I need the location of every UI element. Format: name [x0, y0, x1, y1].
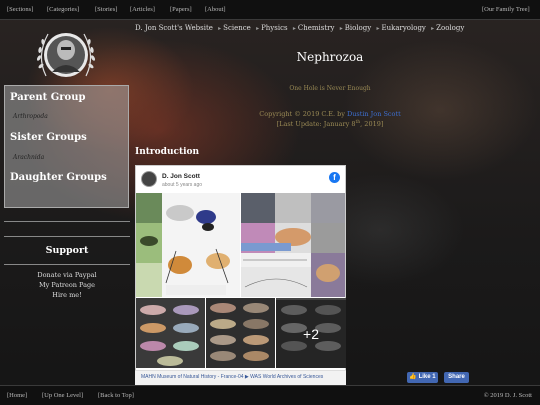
like-label: Like 1 [418, 374, 436, 380]
last-update-suffix: , 2019] [360, 120, 384, 129]
more-photos-overlay[interactable]: +2 [276, 300, 346, 368]
insect-specimen-plate-image [136, 193, 230, 297]
bottom-navigation: [Home] [Up One Level] [Back to Top] 👍 Li… [0, 372, 540, 405]
support-heading: Support [45, 245, 89, 256]
last-update-line: [Last Update: January 8th, 2019] [230, 120, 430, 128]
breadcrumb-science-link[interactable]: Science [223, 24, 251, 32]
copyright-prefix: Copyright © 2019 C.E. by [259, 110, 345, 118]
sidebar-divider [4, 221, 130, 222]
post-author-link[interactable]: D. Jon Scott [162, 173, 200, 180]
breadcrumb-physics-link[interactable]: Physics [261, 24, 288, 32]
breadcrumb-separator-icon: ▸ [431, 25, 435, 32]
laurel-portrait-icon [36, 33, 96, 77]
breadcrumb-separator-icon: ▸ [339, 25, 343, 32]
breadcrumb-separator-icon: ▸ [292, 25, 296, 32]
post-timestamp[interactable]: about 5 years ago [162, 182, 202, 188]
breadcrumb-separator-icon: ▸ [256, 25, 260, 32]
introduction-heading: Introduction [135, 147, 200, 157]
facebook-share-button[interactable]: Share [444, 372, 469, 383]
sidebar-divider [4, 264, 130, 265]
wing-series-image [140, 305, 199, 366]
hire-me-link[interactable]: Hire me! [4, 291, 130, 299]
nav-sections-link[interactable]: [Sections] [7, 6, 33, 13]
patreon-link[interactable]: My Patreon Page [4, 281, 130, 289]
breadcrumb-separator-icon: ▸ [218, 25, 222, 32]
site-logo[interactable] [32, 26, 100, 84]
daughter-groups-heading: Daughter Groups [10, 172, 107, 183]
sidebar-divider [4, 236, 130, 237]
thumbs-up-icon: 👍 [409, 374, 417, 380]
breadcrumb-separator-icon: ▸ [376, 25, 380, 32]
nav-about-link[interactable]: [About] [205, 6, 226, 13]
avatar[interactable] [141, 171, 157, 187]
facebook-icon[interactable]: f [329, 172, 340, 183]
post-photo[interactable] [206, 298, 275, 368]
breadcrumb: D. Jon Scott's Website ▸ Science ▸ Physics… [135, 24, 467, 32]
parent-group-link[interactable]: Arthropoda [13, 113, 48, 120]
breadcrumb-home-link[interactable]: D. Jon Scott's Website [135, 24, 213, 32]
copyright-line: Copyright © 2019 C.E. by Dustin Jon Scot… [230, 110, 430, 118]
breadcrumb-zoology-link[interactable]: Zoology [436, 24, 464, 32]
page-motto: One Hole is Never Enough [289, 85, 371, 92]
parent-group-heading: Parent Group [10, 92, 86, 103]
page-title: Nephrozoa [296, 50, 364, 64]
up-one-level-link[interactable]: [Up One Level] [42, 392, 83, 399]
taxonomy-panel: Parent Group Arthropoda Sister Groups Ar… [4, 85, 129, 208]
wing-microscopy-image [241, 193, 345, 297]
nav-papers-link[interactable]: [Papers] [170, 6, 192, 13]
post-photo[interactable] [136, 193, 240, 297]
wing-series-image [210, 303, 269, 361]
breadcrumb-chemistry-link[interactable]: Chemistry [298, 24, 335, 32]
breadcrumb-eukaryology-link[interactable]: Eukaryology [381, 24, 425, 32]
facebook-like-button[interactable]: 👍 Like 1 [407, 372, 438, 383]
last-update-prefix: [Last Update: January 8 [276, 120, 356, 129]
top-navigation: [Sections] [Categories] [Stories] [Artic… [0, 0, 540, 20]
nav-categories-link[interactable]: [Categories] [47, 6, 79, 13]
nav-articles-link[interactable]: [Articles] [130, 6, 155, 13]
sister-groups-heading: Sister Groups [10, 132, 87, 143]
back-to-top-link[interactable]: [Back to Top] [98, 392, 134, 399]
breadcrumb-biology-link[interactable]: Biology [345, 24, 372, 32]
post-photo[interactable] [136, 298, 205, 368]
donate-paypal-link[interactable]: Donate via Paypal [4, 271, 130, 279]
nav-stories-link[interactable]: [Stories] [95, 6, 117, 13]
home-link[interactable]: [Home] [7, 392, 27, 399]
footer-copyright: © 2019 D. J. Scott [483, 392, 532, 399]
post-caption[interactable]: MAHN Museum of Natural History - France-… [135, 370, 346, 385]
author-link[interactable]: Dustin Jon Scott [347, 110, 401, 118]
nav-family-tree-link[interactable]: [Our Family Tree] [482, 6, 530, 13]
post-photo[interactable] [241, 193, 345, 297]
sister-group-link[interactable]: Arachnida [13, 154, 44, 161]
